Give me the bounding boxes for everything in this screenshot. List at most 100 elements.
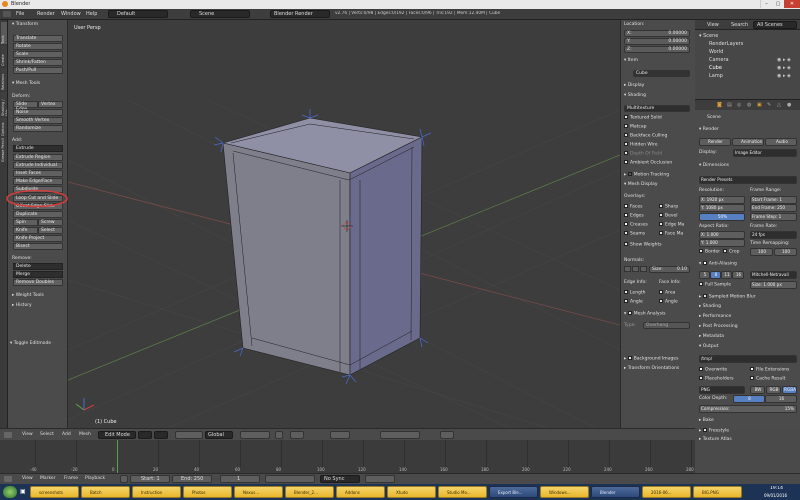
file-format-select[interactable]: PNG — [699, 386, 745, 394]
textured-solid-checkbox[interactable]: Textured Solid — [624, 115, 662, 121]
current-frame-field[interactable]: 1 — [220, 475, 260, 483]
cache-result-check[interactable] — [750, 376, 754, 380]
performance-header[interactable]: ▸ Performance — [699, 314, 731, 319]
taskbar-item[interactable]: BIG.PNG — [693, 486, 742, 498]
close-button[interactable]: ✕ — [784, 0, 800, 8]
shading-select[interactable] — [138, 431, 152, 439]
cube-front-face[interactable] — [222, 142, 351, 376]
end-frame-field[interactable]: End: 250 — [172, 475, 212, 483]
motion-tracking-header[interactable]: ▸ Motion Tracking — [624, 172, 669, 178]
color-bw-button[interactable]: BW — [750, 386, 765, 394]
length-checkbox[interactable]: Length — [624, 290, 646, 296]
taskbar-item[interactable]: Export Ble... — [489, 486, 538, 498]
smooth-vertex-button[interactable]: Smooth Vertex — [13, 117, 63, 124]
bake-header[interactable]: ▸ Bake — [699, 418, 714, 423]
mesh-display-header[interactable]: ▾ Mesh Display — [624, 182, 658, 187]
mode-select[interactable]: Edit Mode — [98, 431, 136, 439]
explorer-quick-icon[interactable]: ▣ — [20, 488, 26, 495]
merge-select[interactable]: Merge — [13, 271, 63, 278]
border-check[interactable] — [699, 249, 703, 253]
crop-checkbox[interactable]: Crop — [723, 249, 740, 255]
render-layers-tab-icon[interactable]: ▤ — [727, 102, 732, 108]
3d-view-editor-icon[interactable] — [4, 432, 12, 438]
background-images-header[interactable]: ▸ Background Images — [624, 356, 678, 362]
aa-samples-8[interactable]: 8 — [710, 271, 721, 279]
background-images-check[interactable] — [627, 356, 632, 360]
remove-doubles-button[interactable]: Remove Doubles — [13, 279, 63, 286]
overwrite-check[interactable] — [699, 367, 703, 371]
backface-culling-checkbox[interactable]: Backface Culling — [624, 133, 667, 139]
layout-select[interactable]: Default — [108, 10, 168, 18]
taskbar-item[interactable]: Addons — [336, 486, 385, 498]
full-sample-check[interactable] — [699, 282, 703, 286]
color-depth-16[interactable]: 16 — [765, 395, 797, 403]
menu-file[interactable]: File — [16, 11, 24, 17]
taskbar-item[interactable]: Windows... — [540, 486, 589, 498]
outliner-scene[interactable]: ▾ Scene — [699, 33, 718, 39]
sharp-overlay-check[interactable] — [659, 204, 663, 208]
slide-edge-button[interactable]: Slide Edge — [13, 101, 38, 112]
overwrite-checkbox[interactable]: Overwrite — [699, 367, 727, 373]
face-marks-overlay-check[interactable] — [659, 231, 663, 235]
output-header[interactable]: ▾ Output — [699, 344, 718, 349]
current-frame-line[interactable] — [117, 440, 118, 473]
keying-buttons[interactable] — [365, 475, 395, 483]
display-panel-header[interactable]: ▸ Display — [624, 83, 644, 88]
tab-create[interactable]: Create — [1, 46, 7, 66]
tab-grease-pencil[interactable]: Grease Pencil — [1, 138, 7, 162]
scene-tab-icon[interactable]: ◎ — [737, 102, 741, 108]
outliner-cube[interactable]: Cube — [709, 65, 722, 71]
aa-size-field[interactable]: Size: 1.000 px — [750, 281, 797, 289]
motion-tracking-check[interactable] — [627, 172, 632, 176]
textured-solid-check[interactable] — [624, 115, 628, 119]
show-weights-checkbox[interactable]: Show Weights — [624, 242, 662, 248]
color-depth-8[interactable]: 8 — [733, 395, 765, 403]
bevel-overlay[interactable]: Bevel — [659, 213, 678, 219]
aa-samples-16[interactable]: 16 — [732, 271, 744, 279]
menu-window[interactable]: Window — [61, 11, 81, 17]
taskbar-item[interactable]: Xtudo — [387, 486, 436, 498]
weight-tools-header[interactable]: ▸ Weight Tools — [12, 293, 44, 298]
seams-overlay-check[interactable] — [624, 231, 628, 235]
orientation-select[interactable]: Global — [205, 431, 233, 439]
delete-select[interactable]: Delete — [13, 263, 63, 270]
mesh-analysis-check[interactable] — [627, 311, 632, 315]
dimensions-header[interactable]: ▾ Dimensions — [699, 163, 729, 168]
duplicate-button[interactable]: Duplicate — [13, 211, 63, 218]
toggle-editmode-header[interactable]: ▾ Toggle Editmode — [10, 341, 51, 346]
cube-visibility-icon[interactable]: ◉ ▸ ◈ — [777, 65, 791, 71]
vertex-button[interactable]: Vertex — [38, 101, 63, 108]
noise-button[interactable]: Noise — [13, 109, 63, 116]
loop-normals-button[interactable] — [632, 266, 639, 272]
outliner-lamp[interactable]: Lamp — [709, 73, 723, 79]
bevel-overlay-check[interactable] — [659, 213, 663, 217]
snap-button[interactable] — [330, 431, 350, 439]
outliner-renderlayers[interactable]: RenderLayers — [709, 41, 743, 47]
aa-samples-11[interactable]: 11 — [721, 271, 732, 279]
shading-mode-select[interactable]: Multitexture — [624, 105, 690, 112]
timeline-playback-menu[interactable]: Playback — [85, 476, 105, 481]
creases-overlay[interactable]: Creases — [624, 222, 648, 228]
faces-overlay-check[interactable] — [624, 204, 628, 208]
make-edge-face-button[interactable]: Make Edge/Face — [13, 178, 63, 185]
menu-help[interactable]: Help — [86, 11, 97, 17]
output-path-field[interactable]: /tmp/ — [699, 355, 797, 363]
spin-button[interactable]: Spin — [13, 219, 38, 226]
manipulator-buttons[interactable] — [175, 431, 203, 439]
outliner-search-menu[interactable]: Search — [731, 22, 748, 28]
face-angle-checkbox[interactable]: Angle — [659, 299, 678, 305]
file-extensions-check[interactable] — [750, 367, 754, 371]
shading-panel-header[interactable]: ▾ Shading — [624, 93, 646, 98]
timeline[interactable]: -40 -20 0 20 40 60 80 100 120 140 160 180 200 220 240 2… — [0, 440, 695, 473]
material-tab-icon[interactable]: ● — [787, 102, 791, 108]
location-z-field[interactable]: Z: 0.00000 — [624, 46, 690, 53]
animation-button[interactable]: Animation — [732, 138, 764, 146]
hidden-wire-checkbox[interactable]: Hidden Wire — [624, 142, 658, 148]
minimize-button[interactable]: – — [760, 0, 772, 8]
metadata-header[interactable]: ▸ Metadata — [699, 334, 724, 339]
taskbar-item[interactable]: Blender_2... — [285, 486, 334, 498]
translate-button[interactable]: Translate — [13, 35, 63, 42]
freestyle-check[interactable] — [702, 428, 707, 432]
time-remap-old-field[interactable]: 100 — [750, 248, 773, 256]
face-normals-button[interactable] — [640, 266, 647, 272]
